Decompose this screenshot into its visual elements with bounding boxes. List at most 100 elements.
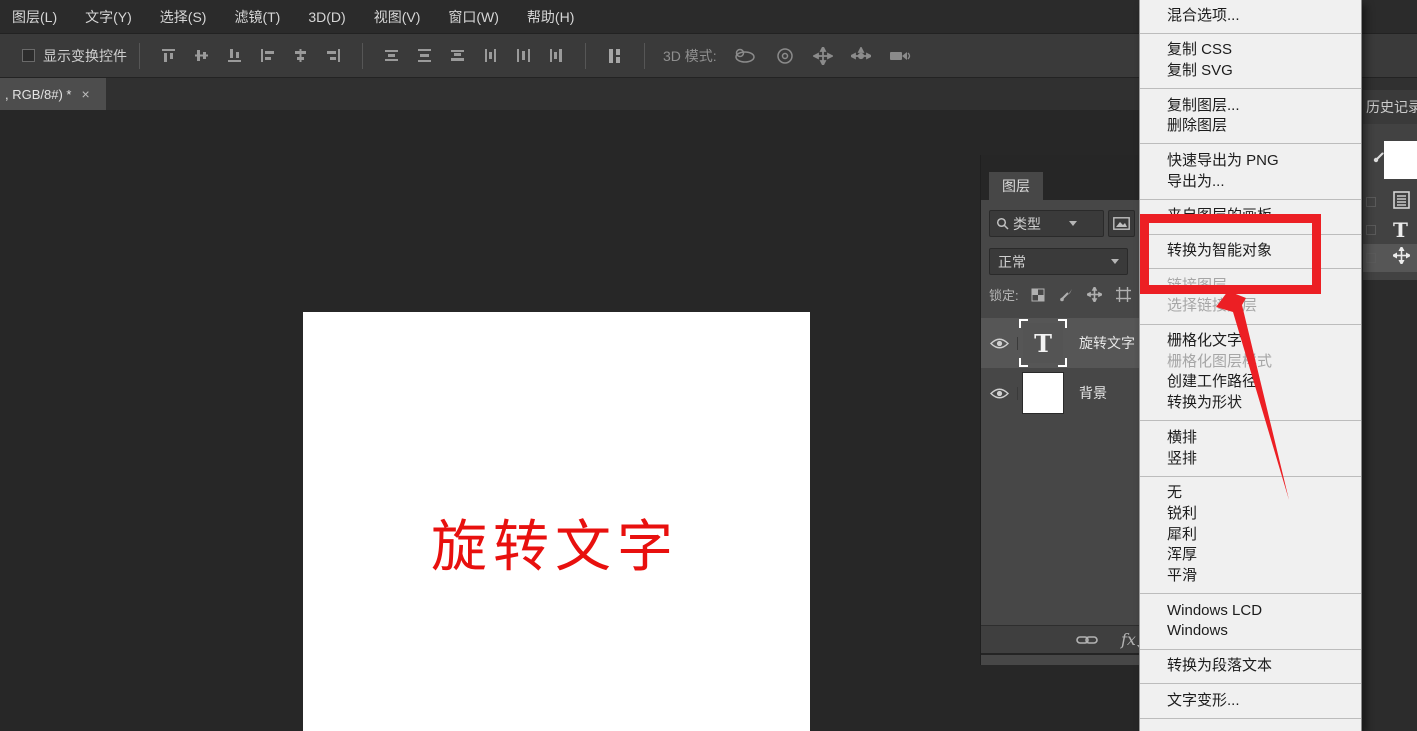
- divider: [139, 43, 140, 69]
- menu-item-export-as[interactable]: 导出为...: [1140, 172, 1361, 193]
- lock-transparency-icon[interactable]: [1031, 288, 1045, 302]
- menu-filter[interactable]: 滤镜(T): [224, 7, 298, 27]
- menu-item-anti-alias-none[interactable]: 无: [1140, 483, 1361, 504]
- menu-separator: [1140, 420, 1361, 421]
- history-state-move[interactable]: [1363, 244, 1417, 272]
- history-source-checkbox[interactable]: [1366, 225, 1376, 235]
- menu-item-anti-alias-smooth[interactable]: 平滑: [1140, 566, 1361, 587]
- menu-separator: [1140, 649, 1361, 650]
- history-source-checkbox[interactable]: [1366, 253, 1376, 263]
- history-source-checkbox[interactable]: [1366, 197, 1376, 207]
- document-icon: [1393, 191, 1410, 214]
- menu-item-duplicate-layer[interactable]: 复制图层...: [1140, 96, 1361, 117]
- menu-item-select-linked-layers[interactable]: 选择链接图层: [1140, 296, 1361, 317]
- align-bottom-edges-icon[interactable]: [227, 48, 242, 63]
- align-top-edges-icon[interactable]: [161, 48, 176, 63]
- distribute-top-edges-icon[interactable]: [384, 48, 399, 63]
- distribute-vertical-centers-icon[interactable]: [417, 48, 432, 63]
- layers-panel-tab[interactable]: 图层: [989, 172, 1043, 200]
- divider: [585, 43, 586, 69]
- menu-item-link-layers[interactable]: 链接图层: [1140, 276, 1361, 297]
- menu-type[interactable]: 文字(Y): [75, 7, 150, 27]
- link-layers-icon[interactable]: [1076, 634, 1098, 646]
- show-transform-controls-checkbox[interactable]: [22, 49, 35, 62]
- layer-context-menu: 混合选项... 复制 CSS 复制 SVG 复制图层... 删除图层 快速导出为…: [1139, 0, 1362, 731]
- blend-mode-dropdown[interactable]: 正常: [989, 248, 1128, 275]
- menu-item-blending-options[interactable]: 混合选项...: [1140, 6, 1361, 27]
- history-panel-tab[interactable]: 历史记录: [1363, 90, 1417, 124]
- history-snapshot-thumbnail[interactable]: [1384, 141, 1417, 179]
- blend-mode-value: 正常: [998, 252, 1026, 272]
- menu-item-quick-export-png[interactable]: 快速导出为 PNG: [1140, 151, 1361, 172]
- menu-separator: [1140, 593, 1361, 594]
- 3d-orbit-icon[interactable]: [733, 47, 757, 65]
- menu-separator: [1140, 143, 1361, 144]
- menu-window[interactable]: 窗口(W): [438, 7, 517, 27]
- menu-item-anti-alias-strong[interactable]: 浑厚: [1140, 545, 1361, 566]
- menu-item-convert-to-paragraph-text[interactable]: 转换为段落文本: [1140, 656, 1361, 677]
- menu-separator: [1140, 199, 1361, 200]
- menu-separator: [1140, 324, 1361, 325]
- menu-separator: [1140, 88, 1361, 89]
- menu-item-copy-css[interactable]: 复制 CSS: [1140, 40, 1361, 61]
- menu-item-copy-svg[interactable]: 复制 SVG: [1140, 61, 1361, 82]
- layer-filter-value: 类型: [1013, 214, 1041, 234]
- menu-item-horizontal[interactable]: 横排: [1140, 428, 1361, 449]
- menu-item-windows-lcd[interactable]: Windows LCD: [1140, 601, 1361, 622]
- menu-item-rasterize-type[interactable]: 栅格化文字: [1140, 331, 1361, 352]
- menu-separator: [1140, 234, 1361, 235]
- menu-3d[interactable]: 3D(D): [298, 9, 363, 25]
- align-vertical-centers-icon[interactable]: [194, 48, 209, 63]
- 3d-camera-icon[interactable]: [889, 48, 913, 64]
- lock-position-icon[interactable]: [1087, 287, 1102, 302]
- fx-label: fx: [1121, 630, 1136, 649]
- menu-item-anti-alias-crisp[interactable]: 犀利: [1140, 525, 1361, 546]
- history-state-new-document[interactable]: [1363, 188, 1417, 216]
- distribute-spacing-icon[interactable]: [607, 47, 623, 65]
- filter-by-pixel-button[interactable]: [1108, 210, 1135, 237]
- history-state-type-tool[interactable]: T: [1363, 216, 1417, 244]
- menu-item-vertical[interactable]: 竖排: [1140, 449, 1361, 470]
- layer-filter-dropdown[interactable]: 类型: [989, 210, 1104, 237]
- align-right-edges-icon[interactable]: [326, 48, 341, 63]
- lock-artboard-icon[interactable]: [1116, 287, 1131, 302]
- show-transform-controls-label: 显示变换控件: [43, 46, 127, 66]
- menu-view[interactable]: 视图(V): [364, 7, 439, 27]
- menu-select[interactable]: 选择(S): [150, 7, 225, 27]
- align-left-edges-icon[interactable]: [260, 48, 275, 63]
- menu-item-convert-to-smart-object[interactable]: 转换为智能对象: [1140, 241, 1361, 262]
- menu-item-anti-alias-sharp[interactable]: 锐利: [1140, 504, 1361, 525]
- search-icon: [996, 217, 1009, 230]
- menu-item-warp-text[interactable]: 文字变形...: [1140, 691, 1361, 712]
- distribute-right-edges-icon[interactable]: [549, 48, 564, 63]
- menu-item-artboard-from-layers[interactable]: 来自图层的画板...: [1140, 206, 1361, 227]
- divider: [362, 43, 363, 69]
- threed-mode-label: 3D 模式:: [663, 46, 717, 66]
- menu-help[interactable]: 帮助(H): [517, 7, 592, 27]
- lock-label: 锁定:: [989, 285, 1019, 304]
- document-canvas[interactable]: 旋转文字: [303, 312, 810, 731]
- layer-name: 旋转文字: [1079, 333, 1135, 353]
- lock-pixels-brush-icon[interactable]: [1059, 288, 1073, 302]
- menu-item-create-work-path[interactable]: 创建工作路径: [1140, 372, 1361, 393]
- close-icon[interactable]: ×: [81, 86, 89, 102]
- document-tab[interactable]: , RGB/8#) * ×: [0, 78, 106, 110]
- align-horizontal-centers-icon[interactable]: [293, 48, 308, 63]
- text-layer-thumbnail[interactable]: T: [1023, 323, 1063, 363]
- 3d-slide-icon[interactable]: [851, 47, 871, 65]
- layer-style-fx-button[interactable]: fx: [1121, 630, 1136, 649]
- menu-layer[interactable]: 图层(L): [2, 7, 75, 27]
- eye-icon: [990, 337, 1009, 350]
- visibility-toggle[interactable]: [981, 337, 1018, 350]
- distribute-horizontal-centers-icon[interactable]: [516, 48, 531, 63]
- visibility-toggle[interactable]: [981, 387, 1018, 400]
- 3d-pan-icon[interactable]: [813, 47, 833, 65]
- distribute-left-edges-icon[interactable]: [483, 48, 498, 63]
- menu-item-windows[interactable]: Windows: [1140, 621, 1361, 642]
- menu-item-delete-layer[interactable]: 删除图层: [1140, 116, 1361, 137]
- distribute-bottom-edges-icon[interactable]: [450, 48, 465, 63]
- menu-item-rasterize-layer-style[interactable]: 栅格化图层样式: [1140, 352, 1361, 373]
- menu-item-convert-to-shape[interactable]: 转换为形状: [1140, 393, 1361, 414]
- 3d-roll-icon[interactable]: [775, 47, 795, 65]
- background-layer-thumbnail[interactable]: [1023, 373, 1063, 413]
